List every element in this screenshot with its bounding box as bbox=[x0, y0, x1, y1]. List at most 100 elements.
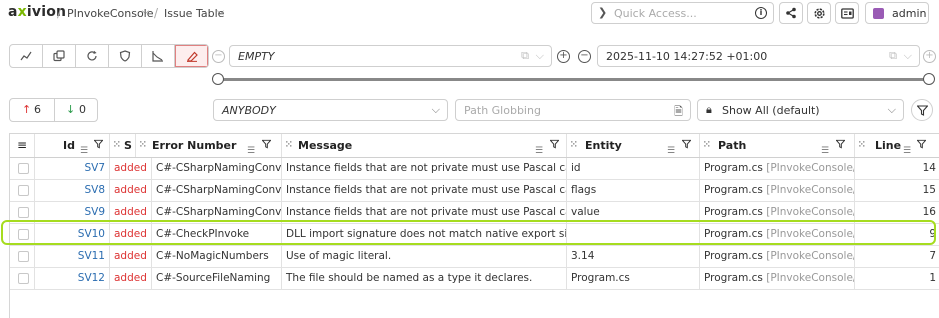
column-label: Message bbox=[298, 139, 353, 152]
path-glob-input[interactable]: Path Globbing 🗎 bbox=[455, 99, 691, 121]
eraser-button[interactable] bbox=[175, 45, 208, 67]
sort-icon[interactable]: ☰ bbox=[535, 140, 543, 157]
issue-id-link[interactable]: SV12 bbox=[35, 268, 110, 289]
chevron-right-icon: ❯ bbox=[598, 6, 608, 19]
chevron-down-icon[interactable]: ⌵ bbox=[142, 7, 149, 17]
filter-icon[interactable] bbox=[836, 139, 845, 149]
column-header-state[interactable]: ⁙ S bbox=[110, 134, 136, 157]
baseline-selector[interactable]: EMPTY ⧉ ⌵ bbox=[229, 45, 552, 67]
add-version-icon[interactable]: + bbox=[923, 50, 936, 63]
drag-handle-icon[interactable]: ⁙ bbox=[570, 134, 578, 157]
breadcrumb-project[interactable]: PInvokeConsole bbox=[67, 7, 154, 20]
chevron-down-icon[interactable]: ⌵ bbox=[536, 49, 544, 63]
filter-icon[interactable] bbox=[550, 139, 559, 149]
table-row[interactable]: SV12 added C#-SourceFileNaming The file … bbox=[10, 268, 939, 290]
shield-button[interactable] bbox=[109, 45, 142, 67]
column-header-message[interactable]: ⁙ Message ☰ bbox=[282, 134, 567, 157]
show-filter-select[interactable]: 🔒︎ Show All (default) ⌵ bbox=[697, 99, 904, 121]
path-context: [PInvokeConsole/] bbox=[766, 184, 855, 196]
drag-handle-icon[interactable]: ⁙ bbox=[858, 134, 866, 157]
column-label: Line bbox=[875, 139, 902, 152]
chevron-down-icon[interactable]: ⌵ bbox=[217, 7, 224, 17]
column-header-error-number[interactable]: ⁙ Error Number ☰ bbox=[136, 134, 282, 157]
issue-message: Instance fields that are not private mus… bbox=[282, 158, 567, 179]
user-menu-button[interactable]: admin bbox=[865, 2, 929, 24]
breadcrumb-view[interactable]: Issue Table bbox=[164, 7, 224, 20]
menu-icon[interactable]: ≡ bbox=[17, 134, 27, 157]
remove-version-icon[interactable]: − bbox=[578, 50, 591, 63]
drag-handle-icon[interactable]: ⁙ bbox=[703, 134, 711, 157]
table-row[interactable]: SV11 added C#-NoMagicNumbers Use of magi… bbox=[10, 246, 939, 268]
breadcrumb-separator: / bbox=[57, 6, 62, 20]
issue-path[interactable]: Program.cs [PInvokeConsole/] bbox=[700, 180, 855, 201]
column-header-line[interactable]: ⁙ Line ☰ bbox=[855, 134, 939, 157]
share-button[interactable] bbox=[779, 2, 803, 24]
drag-handle-icon[interactable]: ⁙ bbox=[285, 134, 293, 157]
row-checkbox[interactable] bbox=[18, 185, 29, 196]
trend-chart-button[interactable] bbox=[10, 45, 43, 67]
top-bar: axivion / PInvokeConsole ⌵ / Issue Table… bbox=[0, 0, 939, 28]
issue-id-link[interactable]: SV11 bbox=[35, 246, 110, 267]
filter-icon[interactable] bbox=[682, 139, 691, 149]
path-file: Program.cs bbox=[704, 206, 763, 218]
copy-icon[interactable]: ⧉ bbox=[889, 49, 897, 63]
sort-icon[interactable]: ☰ bbox=[247, 140, 255, 157]
slider-end-handle[interactable] bbox=[923, 73, 935, 85]
slider-start-handle[interactable] bbox=[212, 73, 224, 85]
column-label: Error Number bbox=[152, 139, 237, 152]
path-file: Program.cs bbox=[704, 184, 763, 196]
filter-icon[interactable] bbox=[94, 139, 103, 149]
version-range-slider[interactable] bbox=[218, 78, 929, 81]
user-filter-select[interactable]: ANYBODY ⌵ bbox=[213, 99, 448, 121]
filter-icon[interactable] bbox=[262, 139, 271, 149]
copy-icon[interactable]: ⧉ bbox=[521, 49, 529, 63]
sort-icon[interactable]: ☰ bbox=[903, 140, 911, 157]
add-version-icon[interactable]: + bbox=[557, 50, 570, 63]
error-number: C#-NoMagicNumbers bbox=[152, 246, 282, 267]
share-icon bbox=[786, 7, 796, 19]
id-card-button[interactable] bbox=[835, 2, 859, 24]
filter-icon bbox=[916, 104, 928, 116]
version-selector[interactable]: 2025-11-10 14:27:52 +01:00 ⧉ ⌵ bbox=[597, 45, 920, 67]
drag-handle-icon[interactable]: ⁙ bbox=[139, 134, 147, 157]
sort-icon[interactable]: ☰ bbox=[80, 140, 88, 157]
sort-icon[interactable]: ☰ bbox=[667, 140, 675, 157]
table-row[interactable]: SV7 added C#-CSharpNamingConventi… Insta… bbox=[10, 158, 939, 180]
removed-count: 0 bbox=[79, 103, 86, 116]
filter-button[interactable] bbox=[911, 99, 933, 121]
added-count: 6 bbox=[34, 103, 41, 116]
info-icon[interactable]: i bbox=[755, 7, 767, 19]
row-checkbox[interactable] bbox=[18, 163, 29, 174]
issue-line: 7 bbox=[929, 250, 936, 262]
issue-message: Use of magic literal. bbox=[282, 246, 567, 267]
drag-handle-icon[interactable]: ⁙ bbox=[113, 134, 121, 157]
issue-delta-counter[interactable]: ↑ 6 ↓ 0 bbox=[9, 98, 98, 122]
quick-access-input[interactable]: ❯ Quick Access... i bbox=[591, 2, 774, 24]
refresh-button[interactable] bbox=[76, 45, 109, 67]
row-checkbox[interactable] bbox=[18, 251, 29, 262]
issue-id-link[interactable]: SV8 bbox=[35, 180, 110, 201]
version-value: 2025-11-10 14:27:52 +01:00 bbox=[606, 50, 768, 63]
sort-icon[interactable]: ☰ bbox=[821, 140, 829, 157]
path-context: [PInvokeConsole/] bbox=[766, 206, 855, 218]
remove-baseline-icon[interactable]: − bbox=[212, 50, 225, 63]
column-label: Path bbox=[718, 139, 747, 152]
column-header-entity[interactable]: ⁙ Entity ☰ bbox=[567, 134, 700, 157]
table-row[interactable]: SV8 added C#-CSharpNamingConventi… Insta… bbox=[10, 180, 939, 202]
copy-button[interactable] bbox=[43, 45, 76, 67]
chevron-down-icon[interactable]: ⌵ bbox=[904, 49, 912, 63]
settings-button[interactable] bbox=[807, 2, 831, 24]
row-checkbox[interactable] bbox=[18, 207, 29, 218]
statistics-button[interactable] bbox=[142, 45, 175, 67]
file-search-icon[interactable]: 🗎 bbox=[674, 103, 683, 122]
column-header-id[interactable]: Id ☰ bbox=[35, 134, 110, 157]
filter-icon[interactable] bbox=[917, 139, 926, 149]
issue-path[interactable]: Program.cs [PInvokeConsole/] bbox=[700, 158, 855, 179]
issue-entity: 3.14 bbox=[567, 246, 700, 267]
column-header-path[interactable]: ⁙ Path ☰ bbox=[700, 134, 855, 157]
issue-id-link[interactable]: SV7 bbox=[35, 158, 110, 179]
issue-path[interactable]: Program.cs [PInvokeConsole/] bbox=[700, 268, 855, 289]
column-menu-cell[interactable]: ≡ bbox=[10, 134, 35, 157]
row-checkbox[interactable] bbox=[18, 273, 29, 284]
issue-path[interactable]: Program.cs [PInvokeConsole/] bbox=[700, 246, 855, 267]
